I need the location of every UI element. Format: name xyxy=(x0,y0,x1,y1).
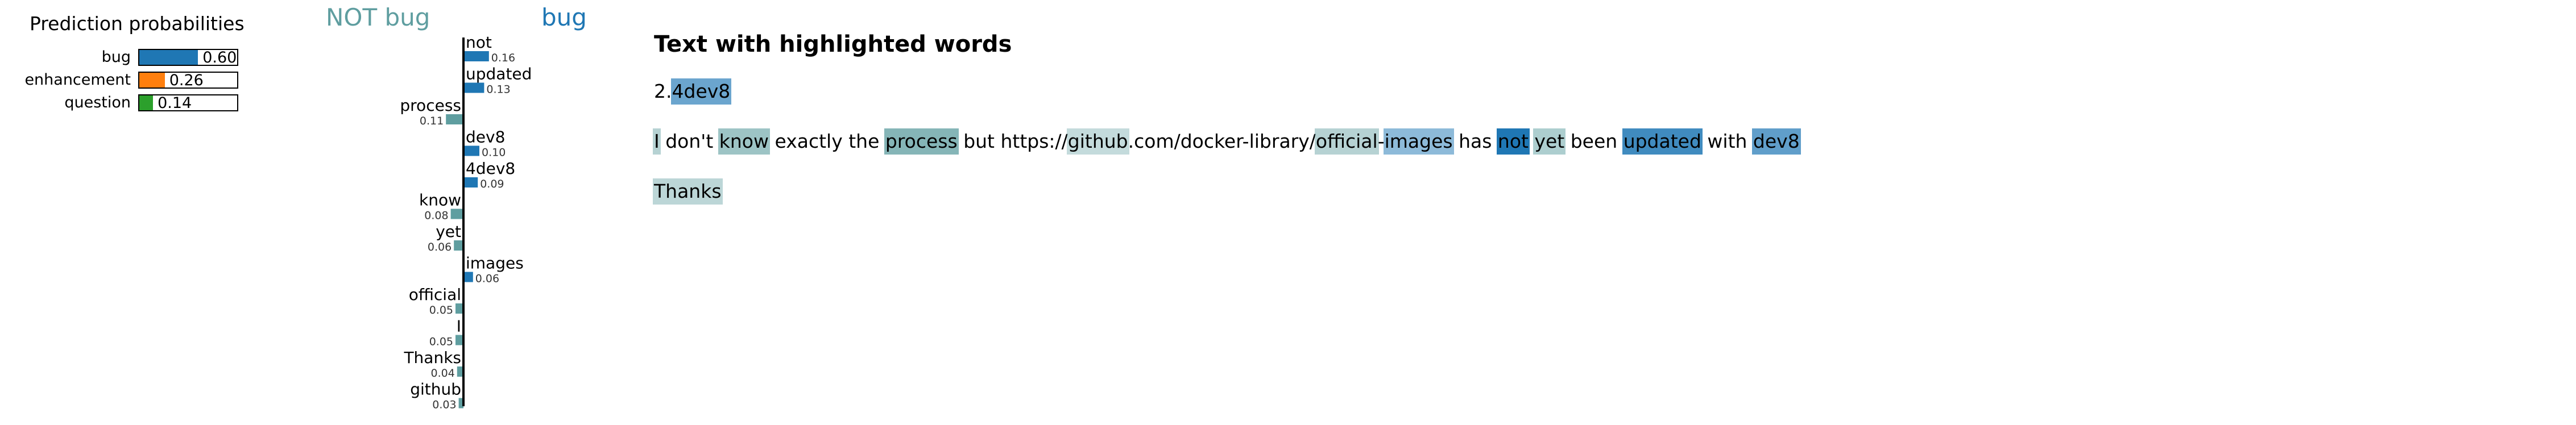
feature-value-label: 0.09 xyxy=(480,178,504,190)
feature-weights-chart: not0.16updated0.13 process0.11 dev80.104de… xyxy=(400,33,532,411)
feature-value-label: 0.08 xyxy=(424,210,448,222)
probability-row: bug 0.60 xyxy=(0,48,245,67)
feature-bar xyxy=(463,145,479,156)
probability-label: enhancement xyxy=(24,71,131,89)
feature-value-label: 0.11 xyxy=(420,115,444,127)
highlighted-word: official xyxy=(1314,128,1379,155)
probability-row: question 0.14 xyxy=(0,93,245,113)
probability-bar-frame: 0.60 xyxy=(138,49,238,66)
highlighted-text-line: I don't know exactly the process but htt… xyxy=(653,128,1801,155)
feature-value-label: 0.06 xyxy=(475,273,499,285)
probability-bar-fill xyxy=(139,50,198,65)
probability-label: bug xyxy=(101,48,131,66)
feature-label: updated xyxy=(466,65,532,84)
feature-bar xyxy=(446,114,463,124)
plain-text: don't xyxy=(659,130,719,152)
feature-value-label: 0.05 xyxy=(429,336,453,348)
feature-label: github xyxy=(410,380,461,399)
highlighted-text-line: 2.4dev8 xyxy=(654,78,732,105)
feature-bar xyxy=(463,51,489,61)
feature-label: not xyxy=(466,33,492,52)
feature-label: I xyxy=(457,317,461,336)
probability-value: 0.26 xyxy=(169,72,204,89)
highlighted-word: Thanks xyxy=(653,178,723,205)
highlighted-word: images xyxy=(1383,128,1454,155)
highlighted-text-line: Thanks xyxy=(653,178,723,205)
feature-bar xyxy=(463,177,478,188)
feature-value-label: 0.16 xyxy=(491,52,515,64)
feature-label: dev8 xyxy=(466,128,505,147)
probability-value: 0.60 xyxy=(202,49,237,66)
plain-text: but https:// xyxy=(957,130,1068,152)
feature-label: yet xyxy=(436,222,461,241)
highlighted-word: updated xyxy=(1622,128,1703,155)
feature-bar xyxy=(455,335,463,345)
feature-label: 4dev8 xyxy=(466,159,515,178)
highlighted-word: github xyxy=(1066,128,1129,155)
probability-bar-fill xyxy=(139,73,165,88)
highlighted-word: dev8 xyxy=(1751,128,1801,155)
highlighted-word: 4dev8 xyxy=(670,78,732,105)
highlighted-text-title: Text with highlighted words xyxy=(654,31,1012,57)
highlighted-word: yet xyxy=(1533,128,1566,155)
highlighted-word: know xyxy=(718,128,770,155)
plain-text: with xyxy=(1701,130,1753,152)
plain-text: been xyxy=(1564,130,1624,152)
feature-label: process xyxy=(400,96,461,115)
feature-value-label: 0.10 xyxy=(482,147,506,159)
highlighted-word: process xyxy=(884,128,959,155)
probability-bar-fill xyxy=(139,95,154,110)
feature-value-label: 0.06 xyxy=(428,241,452,253)
feature-bar xyxy=(455,303,463,314)
lime-explanation-view: Prediction probabilities bug 0.60 enhancem… xyxy=(0,0,2576,425)
plain-text: has xyxy=(1452,130,1498,152)
feature-bar xyxy=(463,272,473,282)
plain-text: exactly the xyxy=(769,130,885,152)
probability-value: 0.14 xyxy=(158,94,192,112)
highlighted-word: not xyxy=(1496,128,1530,155)
probability-bar-frame: 0.26 xyxy=(138,72,238,89)
feature-label: Thanks xyxy=(403,348,461,367)
feature-value-label: 0.13 xyxy=(486,84,510,96)
feature-label: know xyxy=(419,191,461,210)
probability-label: question xyxy=(64,94,131,111)
feature-value-label: 0.03 xyxy=(432,399,456,411)
plain-text: 2. xyxy=(654,80,672,102)
probability-row: enhancement 0.26 xyxy=(0,70,245,90)
feature-value-label: 0.05 xyxy=(429,304,453,316)
feature-bar xyxy=(463,82,484,93)
feature-label: images xyxy=(466,254,524,273)
feature-bar xyxy=(454,240,463,251)
probability-bar-frame: 0.14 xyxy=(138,94,238,111)
plain-text: .com/docker-library/ xyxy=(1128,130,1316,152)
prediction-probabilities-title: Prediction probabilities xyxy=(30,13,245,35)
feature-value-label: 0.04 xyxy=(430,367,454,380)
feature-label: official xyxy=(409,285,461,304)
feature-bar xyxy=(450,209,463,219)
